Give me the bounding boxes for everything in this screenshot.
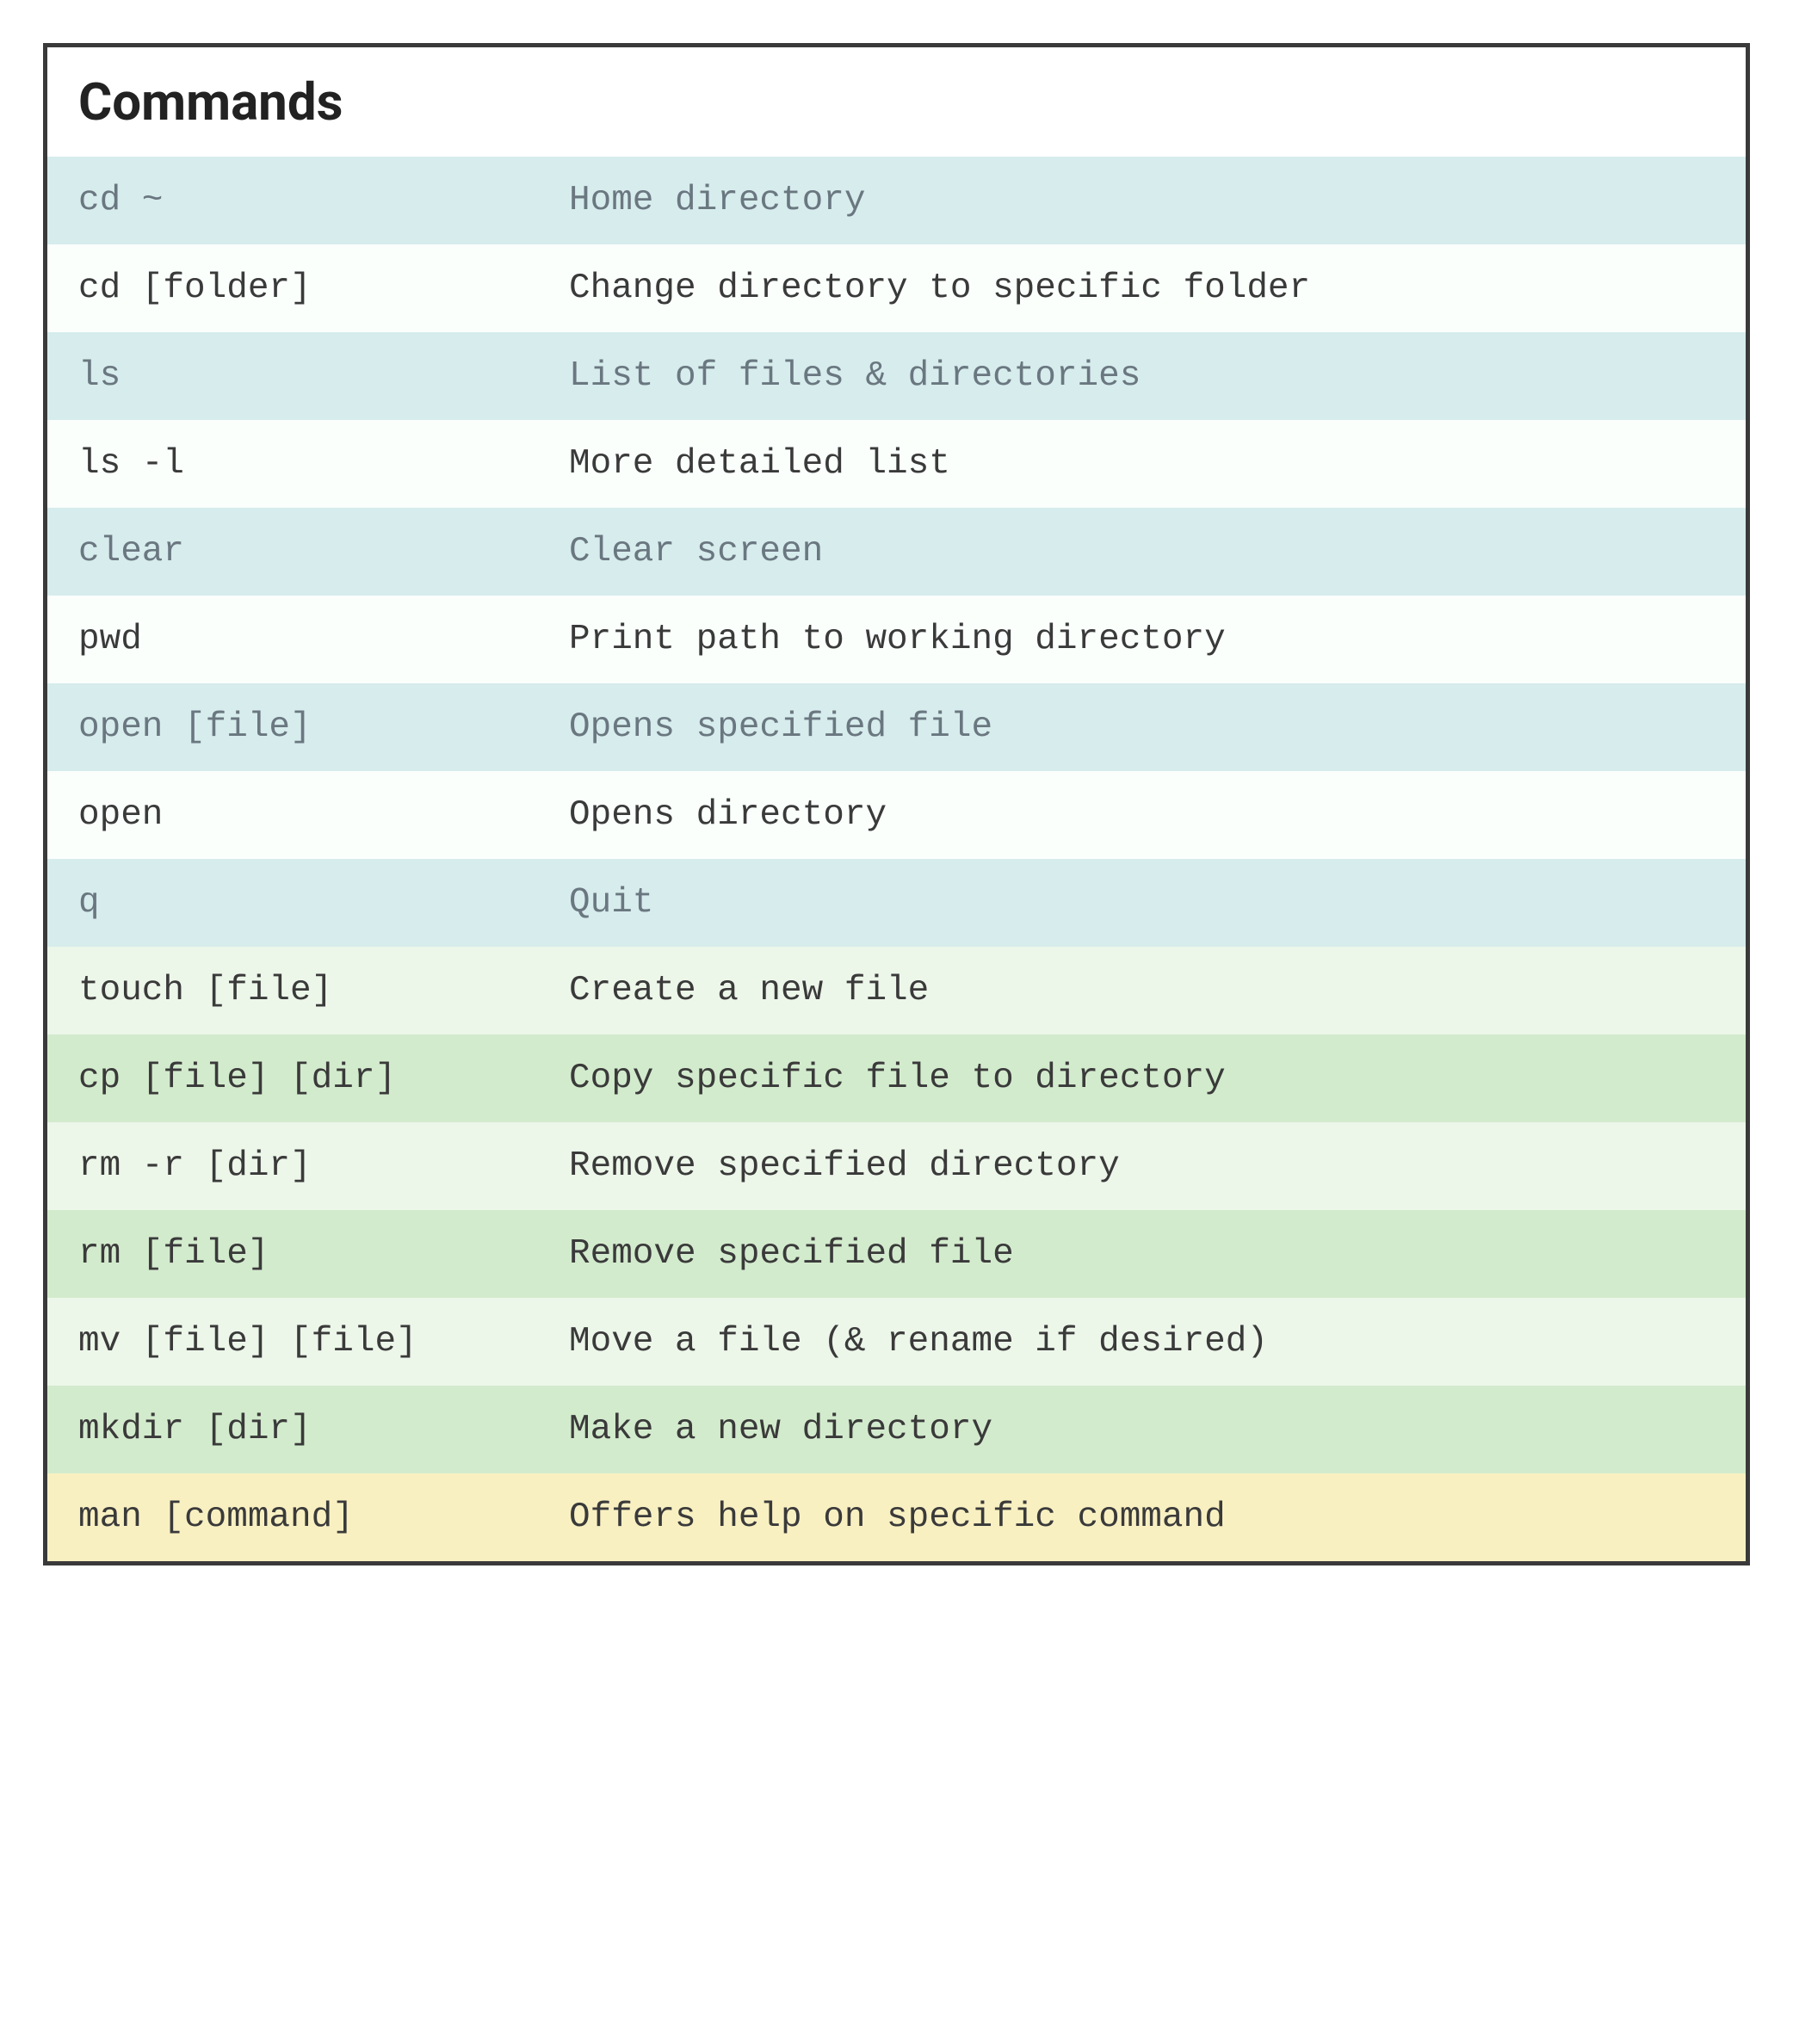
description-cell: Move a file (& rename if desired) [569,1322,1715,1362]
command-cell: man [command] [78,1497,569,1537]
table-row: man [command]Offers help on specific com… [47,1473,1746,1561]
table-row: clearClear screen [47,508,1746,596]
table-row: cp [file] [dir]Copy specific file to dir… [47,1034,1746,1122]
description-cell: More detailed list [569,444,1715,484]
command-cell: cd [folder] [78,269,569,308]
command-cell: pwd [78,620,569,659]
commands-table: cd ~Home directorycd [folder]Change dire… [47,157,1746,1561]
table-row: cd [folder]Change directory to specific … [47,244,1746,332]
command-cell: cp [file] [dir] [78,1059,569,1098]
description-cell: Home directory [569,181,1715,220]
description-cell: Remove specified file [569,1234,1715,1274]
commands-cheatsheet: Commands cd ~Home directorycd [folder]Ch… [43,43,1750,1565]
description-cell: Opens specified file [569,707,1715,747]
command-cell: mkdir [dir] [78,1410,569,1449]
description-cell: Change directory to specific folder [569,269,1715,308]
table-row: lsList of files & directories [47,332,1746,420]
description-cell: Print path to working directory [569,620,1715,659]
command-cell: ls [78,356,569,396]
description-cell: Copy specific file to directory [569,1059,1715,1098]
table-row: open [file]Opens specified file [47,683,1746,771]
table-row: rm [file]Remove specified file [47,1210,1746,1298]
table-row: pwdPrint path to working directory [47,596,1746,683]
command-cell: cd ~ [78,181,569,220]
table-row: mv [file] [file]Move a file (& rename if… [47,1298,1746,1386]
table-row: touch [file]Create a new file [47,947,1746,1034]
command-cell: rm -r [dir] [78,1146,569,1186]
description-cell: Clear screen [569,532,1715,571]
description-cell: Quit [569,883,1715,923]
command-cell: clear [78,532,569,571]
command-cell: q [78,883,569,923]
description-cell: Offers help on specific command [569,1497,1715,1537]
command-cell: rm [file] [78,1234,569,1274]
table-row: cd ~Home directory [47,157,1746,244]
description-cell: Create a new file [569,971,1715,1010]
table-row: qQuit [47,859,1746,947]
sheet-title: Commands [47,47,1746,157]
description-cell: Make a new directory [569,1410,1715,1449]
description-cell: Opens directory [569,795,1715,835]
command-cell: touch [file] [78,971,569,1010]
table-row: openOpens directory [47,771,1746,859]
description-cell: List of files & directories [569,356,1715,396]
command-cell: open [78,795,569,835]
table-row: ls -lMore detailed list [47,420,1746,508]
table-row: mkdir [dir]Make a new directory [47,1386,1746,1473]
command-cell: ls -l [78,444,569,484]
command-cell: open [file] [78,707,569,747]
description-cell: Remove specified directory [569,1146,1715,1186]
table-row: rm -r [dir]Remove specified directory [47,1122,1746,1210]
command-cell: mv [file] [file] [78,1322,569,1362]
